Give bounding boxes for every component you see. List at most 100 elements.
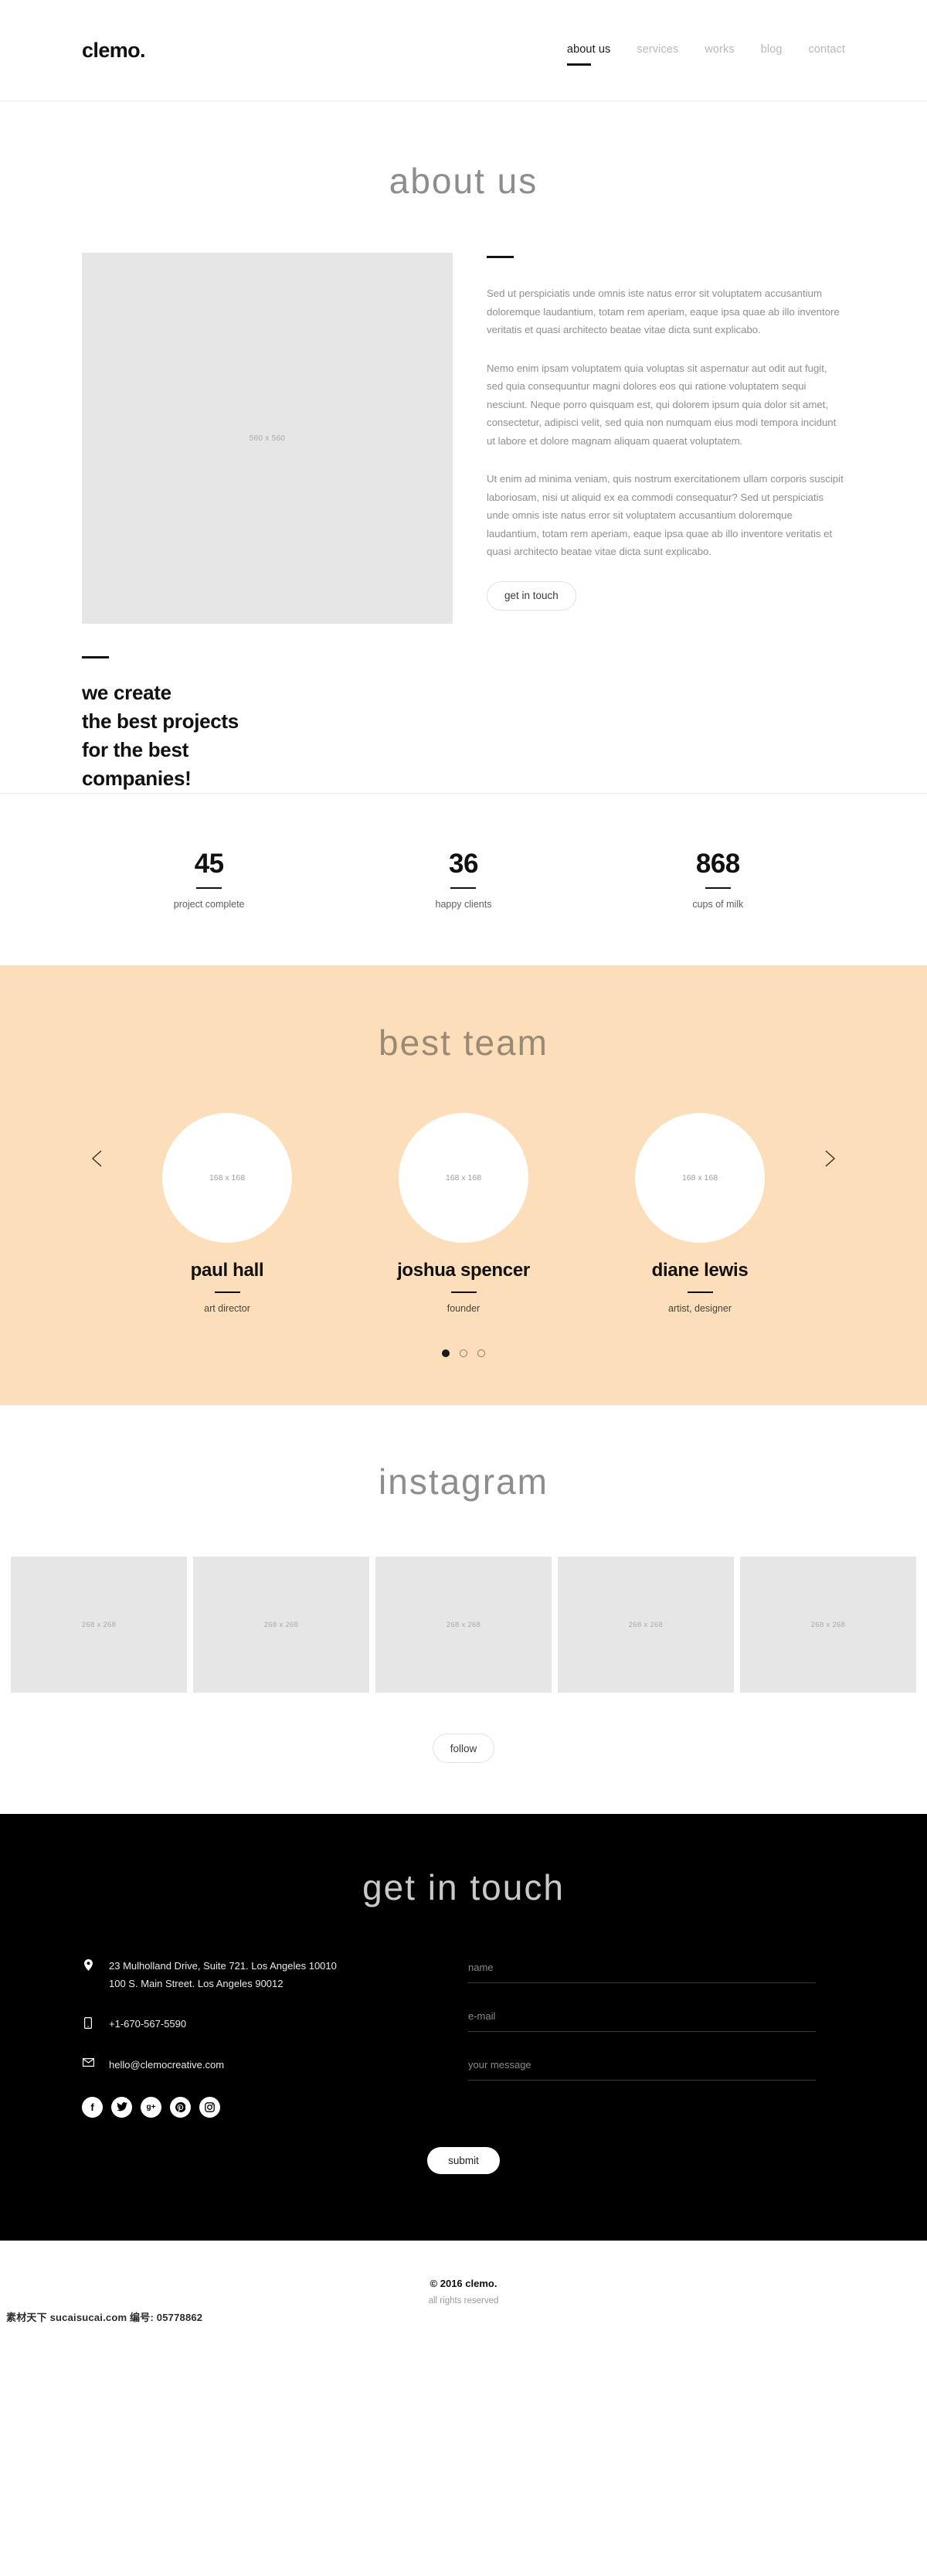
facebook-icon[interactable]: f [82, 2096, 103, 2118]
stat-item: 868 cups of milk [591, 850, 845, 910]
about-heading-block: we create the best projects for the best… [82, 624, 453, 793]
address-line-1: 23 Mulholland Drive, Suite 721. Los Ange… [109, 1960, 337, 1972]
instagram-tile[interactable]: 268 x 268 [11, 1557, 187, 1693]
carousel-prev-button[interactable] [87, 1147, 110, 1170]
team-member-name: joshua spencer [397, 1259, 530, 1281]
contact-phone: +1-670-567-5590 [82, 2016, 468, 2033]
about-heading-line-2: the best projects [82, 709, 239, 733]
member-rule [214, 1291, 240, 1294]
instagram-tile-size-label: 268 x 268 [810, 1620, 846, 1629]
about-image-size-label: 560 x 560 [249, 434, 286, 443]
stat-rule [705, 886, 731, 889]
stat-rule [196, 886, 222, 889]
stat-number: 36 [449, 848, 478, 879]
team-title: best team [379, 1022, 548, 1063]
instagram-tile-size-label: 268 x 268 [81, 1620, 117, 1629]
message-input[interactable] [468, 2059, 816, 2081]
site-header: clemo. about us services works blog cont… [0, 0, 927, 101]
about-paragraph-2: Nemo enim ipsam voluptatem quia voluptas… [487, 362, 837, 447]
address-line-2: 100 S. Main Street. Los Angeles 90012 [109, 1977, 284, 1989]
nav-item-blog[interactable]: blog [761, 43, 783, 57]
social-links: f g+ [82, 2096, 468, 2118]
instagram-tile-size-label: 268 x 268 [263, 1620, 299, 1629]
chevron-left-icon [87, 1147, 110, 1170]
stat-label: happy clients [435, 898, 492, 910]
google-plus-icon[interactable]: g+ [141, 2096, 161, 2118]
about-image-placeholder: 560 x 560 [82, 253, 453, 624]
team-carousel: 168 x 168 paul hall art director 168 x 1… [77, 1112, 850, 1315]
about-paragraph-3: Ut enim ad minima veniam, quis nostrum e… [487, 473, 844, 557]
avatar: 168 x 168 [635, 1112, 765, 1243]
rights-text: all rights reserved [428, 2295, 499, 2305]
location-pin-icon [82, 1958, 94, 1972]
carousel-dots [0, 1349, 927, 1358]
submit-button-wrap: submit [0, 2118, 927, 2241]
about-right-column: Sed ut perspiciatis unde omnis iste natu… [487, 253, 845, 793]
twitter-icon[interactable] [111, 2096, 132, 2118]
stat-label: project complete [173, 898, 245, 910]
pinterest-icon[interactable] [170, 2096, 191, 2118]
contact-address-text: 23 Mulholland Drive, Suite 721. Los Ange… [109, 1958, 337, 1992]
team-member-name: diane lewis [651, 1259, 749, 1281]
stats-section: 45 project complete 36 happy clients 868… [0, 792, 927, 965]
nav-item-contact[interactable]: contact [809, 43, 845, 57]
about-left-column: 560 x 560 we create the best projects fo… [82, 253, 453, 793]
envelope-icon [82, 2057, 94, 2067]
carousel-next-button[interactable] [817, 1147, 840, 1170]
contact-address: 23 Mulholland Drive, Suite 721. Los Ange… [82, 1958, 468, 1992]
about-heading-line-3: for the best [82, 737, 188, 761]
nav-item-about-us[interactable]: about us [566, 43, 610, 66]
about-cta-wrap: get in touch [487, 580, 845, 611]
team-member-role: founder [447, 1303, 480, 1315]
member-rule [450, 1291, 477, 1294]
follow-button[interactable]: follow [432, 1734, 495, 1764]
carousel-dot-1[interactable] [442, 1349, 450, 1358]
get-in-touch-button[interactable]: get in touch [487, 580, 576, 611]
footer-contact-section: get in touch 23 Mulholland Drive, Suite … [0, 1814, 927, 2241]
contact-phone-text: +1-670-567-5590 [109, 2018, 187, 2030]
email-input[interactable] [468, 2010, 816, 2033]
footer-title: get in touch [362, 1867, 565, 1908]
follow-button-wrap: follow [0, 1734, 927, 1764]
avatar-size-label: 168 x 168 [681, 1172, 718, 1183]
nav-item-works[interactable]: works [705, 43, 734, 57]
submit-button[interactable]: submit [427, 2146, 500, 2174]
team-member[interactable]: 168 x 168 diane lewis artist, designer [608, 1112, 792, 1314]
instagram-tile[interactable]: 268 x 268 [193, 1557, 369, 1693]
carousel-dot-3[interactable] [477, 1349, 485, 1358]
about-text-rule [487, 256, 514, 258]
main-nav: about us services works blog contact [566, 43, 845, 66]
stat-item: 36 happy clients [336, 850, 590, 910]
instagram-icon[interactable] [199, 2096, 220, 2118]
team-member-name: paul hall [190, 1259, 264, 1281]
phone-icon [82, 2016, 94, 2030]
avatar: 168 x 168 [162, 1112, 292, 1243]
instagram-tile[interactable]: 268 x 268 [740, 1557, 916, 1693]
nav-item-services[interactable]: services [637, 43, 678, 57]
copyright-text: © 2016 clemo. [430, 2277, 497, 2289]
footer-contact-info: 23 Mulholland Drive, Suite 721. Los Ange… [82, 1958, 468, 2118]
page-root: clemo. about us services works blog cont… [0, 0, 927, 2332]
contact-form [468, 1958, 816, 2117]
avatar-size-label: 168 x 168 [209, 1172, 246, 1183]
member-rule [687, 1291, 713, 1294]
contact-email: hello@clemocreative.com [82, 2057, 468, 2074]
team-member[interactable]: 168 x 168 paul hall art director [135, 1112, 319, 1314]
carousel-dot-2[interactable] [460, 1349, 467, 1358]
about-heading-line-4: companies! [82, 766, 192, 790]
about-heading-line-1: we create [82, 681, 171, 704]
stat-label: cups of milk [692, 898, 744, 910]
avatar: 168 x 168 [399, 1112, 528, 1243]
stock-watermark: 素材天下 sucaisucai.com 编号: 05778862 [6, 2311, 203, 2323]
about-paragraph-1: Sed ut perspiciatis unde omnis iste natu… [487, 288, 840, 335]
stat-rule [450, 886, 477, 889]
stat-number: 868 [695, 848, 740, 879]
brand-logo[interactable]: clemo. [82, 39, 146, 63]
stat-item: 45 project complete [82, 850, 336, 910]
about-heading: we create the best projects for the best… [82, 658, 453, 793]
team-member[interactable]: 168 x 168 joshua spencer founder [372, 1112, 555, 1315]
name-input[interactable] [468, 1962, 816, 1984]
instagram-tile-size-label: 268 x 268 [628, 1620, 664, 1629]
instagram-tile[interactable]: 268 x 268 [558, 1557, 734, 1693]
instagram-tile[interactable]: 268 x 268 [375, 1557, 552, 1693]
